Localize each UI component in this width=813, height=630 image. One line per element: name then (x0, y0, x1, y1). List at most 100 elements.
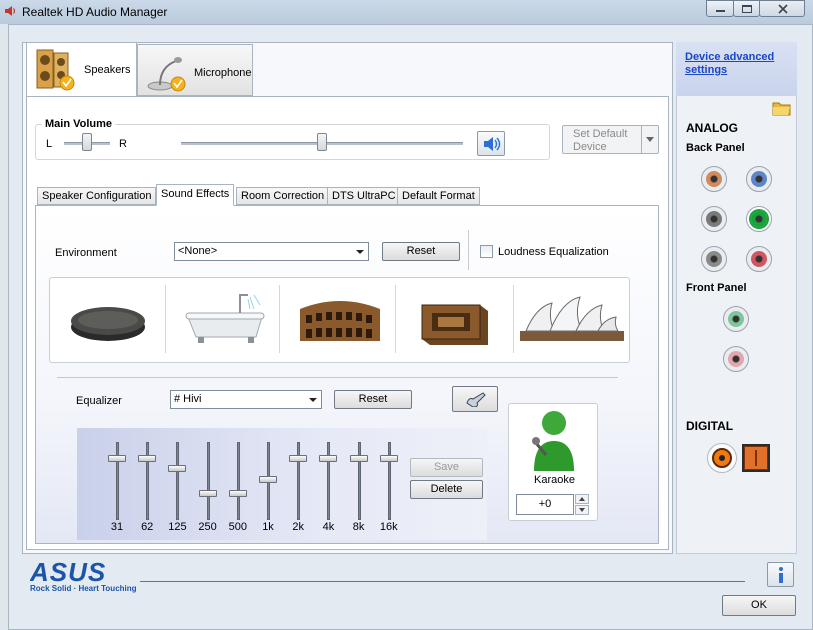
mute-button[interactable] (477, 131, 505, 156)
jack-icon (706, 211, 722, 227)
tab-dts-ultrapc[interactable]: DTS UltraPC (327, 187, 401, 205)
svg-text:Rock Solid · Heart Touching: Rock Solid · Heart Touching (30, 584, 137, 593)
analog-heading: ANALOG (686, 121, 738, 135)
eq-slider-thumb[interactable] (259, 475, 277, 483)
tab-microphone[interactable]: Microphone (137, 44, 253, 96)
eq-slider-thumb[interactable] (289, 454, 308, 462)
audio-jack[interactable] (746, 246, 772, 272)
eq-slider-thumb[interactable] (228, 489, 247, 497)
divider (165, 285, 166, 353)
eq-frequency-label: 31 (110, 521, 124, 533)
eq-save-button[interactable]: Save (410, 458, 483, 477)
equalizer-label: Equalizer (76, 395, 122, 407)
eq-frequency-label: 16k (379, 521, 398, 533)
minimize-button[interactable] (706, 0, 734, 17)
preset-stone-disc[interactable] (54, 281, 166, 359)
eq-slider-thumb[interactable] (138, 454, 157, 462)
audio-jack[interactable] (746, 166, 772, 192)
equalizer-reset-button[interactable]: Reset (334, 390, 412, 409)
maximize-icon (742, 5, 752, 13)
digital-coax-jack[interactable] (707, 443, 737, 473)
eq-frequency-label: 125 (168, 521, 187, 533)
optical-icon (744, 446, 768, 470)
minimize-icon (716, 10, 725, 12)
balance-left-label: L (46, 138, 53, 150)
audio-jack[interactable] (701, 166, 727, 192)
eq-slider-track[interactable] (357, 442, 361, 520)
equalizer-select[interactable]: # Hivi (170, 390, 322, 409)
jack-icon (751, 211, 767, 227)
close-button[interactable] (759, 0, 805, 17)
colosseum-icon (300, 301, 380, 341)
karaoke-up-button[interactable] (575, 494, 589, 504)
chevron-up-icon (579, 497, 585, 501)
audio-jack[interactable] (701, 246, 727, 272)
environment-reset-button[interactable]: Reset (382, 242, 460, 261)
karaoke-value-field[interactable]: +0 (516, 494, 574, 515)
jack-icon (706, 171, 722, 187)
audio-jack[interactable] (723, 346, 749, 372)
loudness-checkbox[interactable] (480, 245, 493, 258)
eq-slider-track[interactable] (116, 442, 119, 520)
digital-heading: DIGITAL (686, 419, 734, 433)
eq-frequency-label: 500 (228, 521, 247, 533)
opera-house-icon (520, 296, 624, 341)
device-advanced-settings-link[interactable]: Device advanced settings (685, 51, 785, 77)
eq-frequency-label: 250 (198, 521, 217, 533)
eq-slider-thumb[interactable] (168, 465, 187, 472)
preset-bathtub[interactable] (170, 281, 282, 359)
eq-slider-track[interactable] (327, 442, 331, 520)
tab-speakers[interactable]: Speakers (26, 42, 137, 97)
environment-select[interactable]: <None> (174, 242, 369, 261)
eq-slider-thumb[interactable] (349, 454, 368, 462)
audio-jack[interactable] (723, 306, 749, 332)
preset-opera-house[interactable] (516, 281, 628, 359)
set-default-dropdown[interactable] (641, 126, 658, 153)
info-icon (779, 567, 783, 583)
audio-jack[interactable] (746, 206, 772, 232)
set-default-line2: Device (573, 141, 607, 153)
eq-slider-track[interactable] (387, 442, 391, 520)
eq-slider-track[interactable] (236, 442, 240, 520)
audio-jack[interactable] (701, 206, 727, 232)
preset-colosseum[interactable] (284, 281, 396, 359)
tab-sound-effects[interactable]: Sound Effects (156, 184, 235, 206)
eq-slider-track[interactable] (146, 442, 150, 520)
eq-slider-thumb[interactable] (319, 454, 338, 462)
close-icon (778, 4, 788, 14)
tab-room-correction[interactable]: Room Correction (236, 187, 330, 205)
set-default-device-button[interactable]: Set Default Device (562, 125, 659, 154)
ok-button[interactable]: OK (722, 595, 796, 616)
eq-slider-track[interactable] (297, 442, 301, 520)
divider (57, 377, 618, 378)
tab-speaker-configuration[interactable]: Speaker Configuration (37, 187, 157, 205)
balance-slider-thumb[interactable] (82, 133, 92, 151)
preset-wooden-box[interactable] (400, 281, 512, 359)
karaoke-down-button[interactable] (575, 505, 589, 515)
loudness-label: Loudness Equalization (498, 246, 609, 258)
digital-optical-jack[interactable] (742, 444, 770, 472)
folder-icon[interactable] (772, 99, 792, 117)
bathtub-icon (185, 294, 265, 343)
speakers-icon (36, 49, 75, 91)
eq-frequency-label: 1k (262, 521, 274, 533)
guitar-icon (466, 392, 486, 407)
maximize-button[interactable] (733, 0, 760, 17)
eq-slider-thumb[interactable] (198, 489, 217, 497)
eq-delete-button[interactable]: Delete (410, 480, 483, 499)
eq-slider-track[interactable] (206, 442, 210, 520)
eq-slider-thumb[interactable] (108, 454, 126, 462)
jack-icon (728, 351, 744, 367)
guitar-button[interactable] (452, 386, 498, 412)
main-volume-label: Main Volume (42, 118, 116, 130)
tab-default-format[interactable]: Default Format (397, 187, 480, 205)
balance-right-label: R (119, 138, 127, 150)
title-bar: Realtek HD Audio Manager (0, 0, 813, 24)
info-button[interactable] (767, 562, 794, 587)
tab-microphone-label: Microphone (194, 67, 252, 79)
eq-slider-thumb[interactable] (379, 454, 398, 462)
volume-slider-thumb[interactable] (317, 133, 327, 151)
coaxial-icon (712, 448, 732, 468)
eq-slider-track[interactable] (176, 442, 180, 520)
karaoke-singer-icon[interactable] (524, 405, 580, 475)
